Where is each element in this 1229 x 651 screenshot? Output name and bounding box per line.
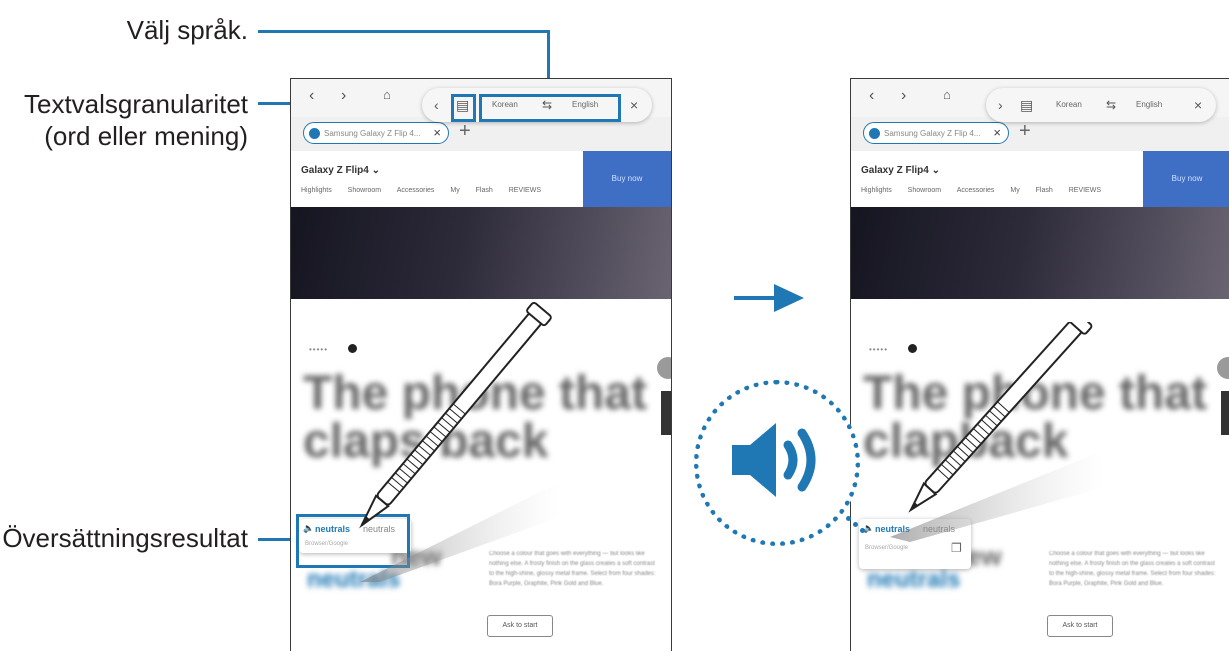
close-icon[interactable]: × [630, 97, 638, 113]
magnifier-connector-dot [853, 522, 858, 527]
new-tab-icon[interactable]: + [459, 120, 471, 143]
close-icon[interactable]: × [1194, 97, 1202, 113]
forward-icon[interactable]: › [341, 87, 346, 105]
text-select-icon[interactable]: ▤ [1020, 97, 1033, 114]
close-tab-icon[interactable]: × [993, 125, 1001, 140]
tab-row: Samsung Galaxy Z Flip 4... × + [291, 117, 671, 151]
chevron-left-icon[interactable]: ‹ [434, 97, 439, 113]
neutrals-word: neutrals [867, 566, 961, 593]
translation-bar-right: › ▤ Korean ⇆ English × [986, 88, 1216, 122]
callout-language: Välj språk. [126, 15, 248, 45]
browser-tab-label: Samsung Galaxy Z Flip 4... [324, 129, 421, 138]
edge-panel-handle[interactable] [1221, 391, 1229, 435]
back-icon[interactable]: ‹ [869, 87, 874, 105]
callout-language-line [258, 30, 550, 33]
source-language[interactable]: Korean [1056, 100, 1082, 109]
callout-result: Översättningsresultat [2, 523, 248, 553]
s-pen-icon [890, 322, 1105, 542]
arrow-right-icon [734, 284, 804, 312]
target-language[interactable]: English [1136, 100, 1162, 109]
callout-granularity-sub: (ord eller mening) [44, 121, 248, 151]
page-subnav[interactable]: Highlights Showroom Accessories My Flash… [861, 187, 1101, 194]
air-command-icon[interactable] [1217, 357, 1229, 379]
page-subnav[interactable]: Highlights Showroom Accessories My Flash… [301, 187, 541, 194]
home-icon[interactable]: ⌂ [383, 87, 391, 102]
edge-panel-handle[interactable] [661, 391, 671, 435]
browser-tab-label: Samsung Galaxy Z Flip 4... [884, 129, 981, 138]
back-icon[interactable]: ‹ [309, 87, 314, 105]
buy-now-button[interactable]: Buy now [1143, 151, 1229, 207]
magnifier-connector-dot [846, 516, 851, 521]
language-highlight [479, 94, 621, 122]
product-title[interactable]: Galaxy Z Flip4 ⌄ [301, 165, 380, 176]
s-pen-icon [359, 301, 560, 582]
product-title[interactable]: Galaxy Z Flip4 ⌄ [861, 165, 940, 176]
browser-tab[interactable]: Samsung Galaxy Z Flip 4... × [303, 122, 449, 144]
site-favicon-icon [869, 128, 880, 139]
granularity-highlight [451, 94, 476, 122]
home-icon[interactable]: ⌂ [943, 87, 951, 102]
air-command-icon[interactable] [657, 357, 671, 379]
magnifier-connector-dot [860, 528, 865, 533]
chevron-right-icon[interactable]: › [998, 97, 1003, 113]
new-tab-icon[interactable]: + [1019, 120, 1031, 143]
product-description: Choose a colour that goes with everythin… [1049, 551, 1216, 587]
swap-icon[interactable]: ⇆ [1106, 98, 1116, 112]
learn-more-button[interactable]: Ask to start [1047, 615, 1113, 637]
callout-granularity: Textvalsgranularitet [24, 89, 248, 119]
forward-icon[interactable]: › [901, 87, 906, 105]
site-favicon-icon [309, 128, 320, 139]
learn-more-button[interactable]: Ask to start [487, 615, 553, 637]
close-tab-icon[interactable]: × [433, 125, 441, 140]
buy-now-button[interactable]: Buy now [583, 151, 671, 207]
browser-tab[interactable]: Samsung Galaxy Z Flip 4... × [863, 122, 1009, 144]
tab-row-right: Samsung Galaxy Z Flip 4... × + [851, 117, 1229, 151]
speaker-icon [732, 423, 816, 497]
hero-banner [851, 207, 1229, 299]
